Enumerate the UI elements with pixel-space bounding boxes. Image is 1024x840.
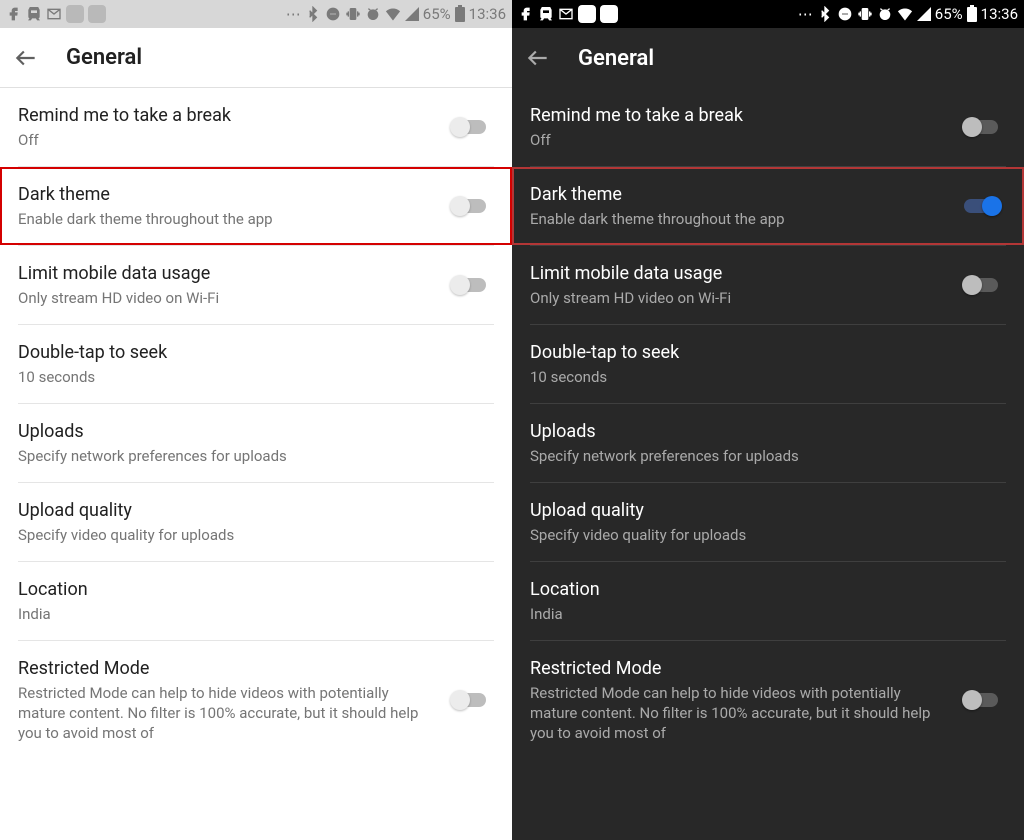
train-icon bbox=[26, 6, 42, 22]
row-dark-theme[interactable]: Dark theme Enable dark theme throughout … bbox=[512, 167, 1024, 245]
back-button[interactable] bbox=[12, 44, 40, 72]
toggle-limit-data[interactable] bbox=[964, 275, 1002, 295]
row-subtitle: Specify network preferences for uploads bbox=[530, 446, 1006, 466]
wifi-icon bbox=[897, 6, 913, 22]
row-subtitle: Restricted Mode can help to hide videos … bbox=[18, 683, 432, 743]
status-bar: ⋯ 65% 13:36 bbox=[0, 0, 512, 28]
row-subtitle: Off bbox=[18, 130, 432, 150]
row-title: Location bbox=[18, 578, 494, 602]
app-icon bbox=[600, 5, 618, 23]
row-location[interactable]: Location India bbox=[512, 562, 1024, 640]
row-double-tap-seek[interactable]: Double-tap to seek 10 seconds bbox=[0, 325, 512, 403]
signal-icon bbox=[917, 7, 931, 21]
light-pane: ⋯ 65% 13:36 General Remind me to take a … bbox=[0, 0, 512, 840]
row-title: Limit mobile data usage bbox=[530, 262, 944, 286]
row-uploads[interactable]: Uploads Specify network preferences for … bbox=[0, 404, 512, 482]
train-icon bbox=[538, 6, 554, 22]
vibrate-icon bbox=[857, 6, 873, 22]
bluetooth-icon bbox=[305, 6, 321, 22]
row-subtitle: Enable dark theme throughout the app bbox=[18, 209, 432, 229]
row-subtitle: Specify video quality for uploads bbox=[530, 525, 1006, 545]
row-limit-data[interactable]: Limit mobile data usage Only stream HD v… bbox=[512, 246, 1024, 324]
facebook-icon bbox=[518, 6, 534, 22]
signal-icon bbox=[405, 7, 419, 21]
row-subtitle: Specify network preferences for uploads bbox=[18, 446, 494, 466]
row-upload-quality[interactable]: Upload quality Specify video quality for… bbox=[0, 483, 512, 561]
more-icon: ⋯ bbox=[798, 5, 813, 23]
row-title: Uploads bbox=[530, 420, 1006, 444]
wifi-icon bbox=[385, 6, 401, 22]
row-subtitle: 10 seconds bbox=[18, 367, 494, 387]
more-icon: ⋯ bbox=[286, 5, 301, 23]
row-title: Location bbox=[530, 578, 1006, 602]
bluetooth-icon bbox=[817, 6, 833, 22]
gmail-icon bbox=[46, 6, 62, 22]
toggle-dark-theme[interactable] bbox=[964, 196, 1002, 216]
row-subtitle: Specify video quality for uploads bbox=[18, 525, 494, 545]
dnd-icon bbox=[325, 6, 341, 22]
row-title: Double-tap to seek bbox=[530, 341, 1006, 365]
app-icon bbox=[88, 5, 106, 23]
action-bar: General bbox=[0, 28, 512, 88]
row-restricted-mode[interactable]: Restricted Mode Restricted Mode can help… bbox=[0, 641, 512, 759]
facebook-icon bbox=[6, 6, 22, 22]
row-subtitle: Enable dark theme throughout the app bbox=[530, 209, 944, 229]
row-title: Restricted Mode bbox=[18, 657, 432, 681]
row-title: Upload quality bbox=[18, 499, 494, 523]
row-subtitle: India bbox=[18, 604, 494, 624]
row-upload-quality[interactable]: Upload quality Specify video quality for… bbox=[512, 483, 1024, 561]
toggle-restricted-mode[interactable] bbox=[964, 690, 1002, 710]
alarm-icon bbox=[365, 6, 381, 22]
row-subtitle: 10 seconds bbox=[530, 367, 1006, 387]
alarm-icon bbox=[877, 6, 893, 22]
page-title: General bbox=[578, 46, 654, 71]
toggle-restricted-mode[interactable] bbox=[452, 690, 490, 710]
row-dark-theme[interactable]: Dark theme Enable dark theme throughout … bbox=[0, 167, 512, 245]
toggle-dark-theme[interactable] bbox=[452, 196, 490, 216]
back-button[interactable] bbox=[524, 44, 552, 72]
action-bar: General bbox=[512, 28, 1024, 88]
row-subtitle: Restricted Mode can help to hide videos … bbox=[530, 683, 944, 743]
row-remind-break[interactable]: Remind me to take a break Off bbox=[0, 88, 512, 166]
row-location[interactable]: Location India bbox=[0, 562, 512, 640]
dark-pane: ⋯ 65% 13:36 General Remind me to take a … bbox=[512, 0, 1024, 840]
dnd-icon bbox=[837, 6, 853, 22]
row-title: Limit mobile data usage bbox=[18, 262, 432, 286]
row-remind-break[interactable]: Remind me to take a break Off bbox=[512, 88, 1024, 166]
row-double-tap-seek[interactable]: Double-tap to seek 10 seconds bbox=[512, 325, 1024, 403]
toggle-remind-break[interactable] bbox=[452, 117, 490, 137]
row-title: Uploads bbox=[18, 420, 494, 444]
vibrate-icon bbox=[345, 6, 361, 22]
battery-percent: 65% bbox=[423, 5, 451, 23]
toggle-remind-break[interactable] bbox=[964, 117, 1002, 137]
clock: 13:36 bbox=[469, 5, 506, 23]
settings-list: Remind me to take a break Off Dark theme… bbox=[512, 88, 1024, 840]
row-title: Dark theme bbox=[18, 183, 432, 207]
battery-icon bbox=[967, 7, 977, 22]
row-subtitle: Off bbox=[530, 130, 944, 150]
row-title: Double-tap to seek bbox=[18, 341, 494, 365]
app-icon bbox=[66, 5, 84, 23]
clock: 13:36 bbox=[981, 5, 1018, 23]
row-title: Dark theme bbox=[530, 183, 944, 207]
row-subtitle: Only stream HD video on Wi-Fi bbox=[530, 288, 944, 308]
page-title: General bbox=[66, 45, 142, 70]
row-uploads[interactable]: Uploads Specify network preferences for … bbox=[512, 404, 1024, 482]
app-icon bbox=[578, 5, 596, 23]
row-title: Remind me to take a break bbox=[530, 104, 944, 128]
row-title: Upload quality bbox=[530, 499, 1006, 523]
row-subtitle: India bbox=[530, 604, 1006, 624]
battery-percent: 65% bbox=[935, 5, 963, 23]
gmail-icon bbox=[558, 6, 574, 22]
row-limit-data[interactable]: Limit mobile data usage Only stream HD v… bbox=[0, 246, 512, 324]
toggle-limit-data[interactable] bbox=[452, 275, 490, 295]
status-bar: ⋯ 65% 13:36 bbox=[512, 0, 1024, 28]
row-restricted-mode[interactable]: Restricted Mode Restricted Mode can help… bbox=[512, 641, 1024, 759]
row-title: Remind me to take a break bbox=[18, 104, 432, 128]
battery-icon bbox=[455, 7, 465, 22]
row-subtitle: Only stream HD video on Wi-Fi bbox=[18, 288, 432, 308]
settings-list: Remind me to take a break Off Dark theme… bbox=[0, 88, 512, 840]
row-title: Restricted Mode bbox=[530, 657, 944, 681]
